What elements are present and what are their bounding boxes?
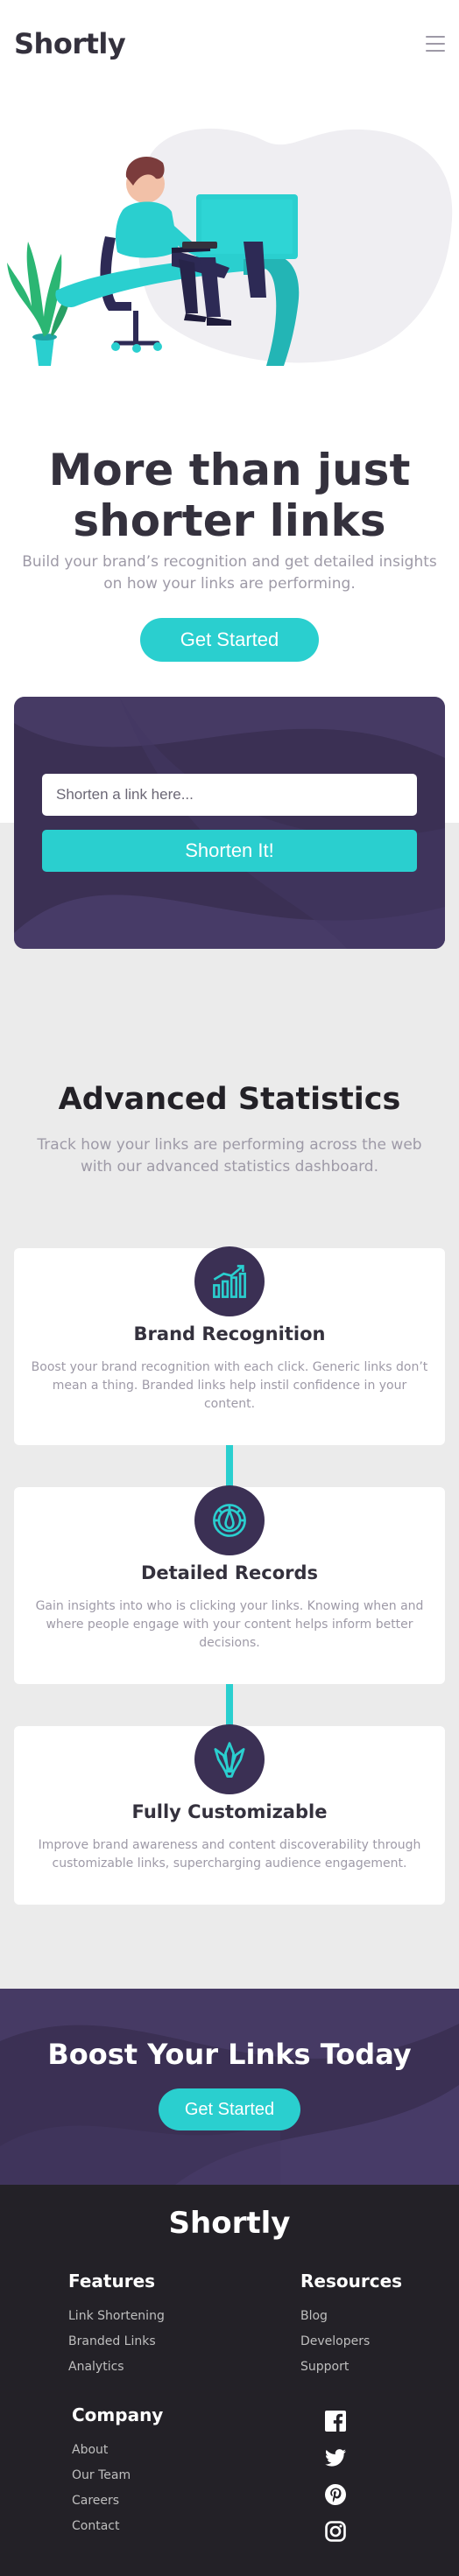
feature-description: Improve brand awareness and content disc…: [38, 1838, 421, 1871]
brushes-icon: [194, 1724, 265, 1794]
footer-link-careers[interactable]: Careers: [72, 2494, 264, 2509]
facebook-icon[interactable]: [324, 2410, 347, 2432]
footer-link-developers[interactable]: Developers: [300, 2334, 459, 2349]
shorten-bg-pattern: [14, 697, 445, 949]
footer-link-our-team[interactable]: Our Team: [72, 2468, 264, 2483]
hamburger-menu-icon[interactable]: [426, 36, 445, 52]
hero-section: More than just shorter links Build your …: [0, 88, 459, 662]
feature-title: Fully Customizable: [131, 1801, 328, 1822]
feature-title: Detailed Records: [140, 1562, 319, 1583]
person-working-at-desk-illustration: [0, 88, 459, 385]
footer-features-heading: Features: [68, 2271, 156, 2292]
feature-list: Brand Recognition Boost your brand recog…: [14, 1246, 445, 1905]
footer-link-support[interactable]: Support: [300, 2360, 459, 2375]
bar-chart-icon: [194, 1246, 265, 1316]
footer-links-grid: Features Link Shortening Branded Links A…: [0, 2271, 459, 2557]
statistics-subtitle: Track how your links are performing acro…: [37, 1136, 422, 1176]
instagram-icon[interactable]: [324, 2520, 347, 2543]
feature-description: Boost your brand recognition with each c…: [31, 1360, 428, 1411]
feature-card-detailed-records: Detailed Records Gain insights into who …: [14, 1485, 445, 1684]
shorten-it-button[interactable]: Shorten It!: [42, 830, 417, 872]
statistics-title: Advanced Statistics: [58, 1082, 401, 1117]
hero-subtitle: Build your brand’s recognition and get d…: [22, 553, 437, 593]
boost-section: Boost Your Links Today Get Started: [0, 1989, 459, 2185]
site-logo[interactable]: Shortly: [14, 27, 126, 60]
footer-company-column: Company About Our Team Careers Contact: [68, 2404, 264, 2557]
shorten-url-input[interactable]: [42, 774, 417, 816]
hero-cta-wrapper: Get Started: [0, 618, 459, 662]
pinterest-icon[interactable]: [324, 2483, 347, 2506]
boost-get-started-button[interactable]: Get Started: [158, 2088, 301, 2130]
shorten-section: Shorten It!: [0, 697, 459, 949]
shorten-card: Shorten It!: [14, 697, 445, 949]
site-footer: Shortly Features Link Shortening Branded…: [0, 2185, 459, 2576]
get-started-button[interactable]: Get Started: [139, 618, 320, 662]
feature-card-fully-customizable: Fully Customizable Improve brand awarene…: [14, 1724, 445, 1905]
footer-link-contact[interactable]: Contact: [72, 2519, 264, 2534]
twitter-icon[interactable]: [324, 2446, 347, 2469]
statistics-section: Advanced Statistics Track how your links…: [0, 823, 459, 1989]
feature-connector: [226, 1445, 233, 1487]
footer-logo[interactable]: Shortly: [0, 2206, 459, 2241]
footer-features-column: Features Link Shortening Branded Links A…: [68, 2271, 264, 2385]
social-links: [264, 2404, 459, 2557]
footer-link-blog[interactable]: Blog: [300, 2309, 459, 2324]
hero-title: More than just shorter links: [48, 445, 411, 546]
footer-link-analytics[interactable]: Analytics: [68, 2360, 264, 2375]
feature-card-brand-recognition: Brand Recognition Boost your brand recog…: [14, 1246, 445, 1445]
gauge-icon: [194, 1485, 265, 1555]
feature-title: Brand Recognition: [133, 1323, 326, 1344]
footer-resources-column: Resources Blog Developers Support: [264, 2271, 459, 2385]
boost-title: Boost Your Links Today: [47, 2038, 412, 2071]
feature-description: Gain insights into who is clicking your …: [35, 1599, 424, 1650]
footer-resources-heading: Resources: [300, 2271, 403, 2292]
hero-text: More than just shorter links Build your …: [0, 445, 459, 595]
footer-link-about[interactable]: About: [72, 2443, 264, 2458]
feature-connector: [226, 1684, 233, 1726]
footer-company-heading: Company: [72, 2404, 164, 2425]
boost-cta-wrapper: Get Started: [0, 2088, 459, 2130]
footer-link-link-shortening[interactable]: Link Shortening: [68, 2309, 264, 2324]
footer-link-branded-links[interactable]: Branded Links: [68, 2334, 264, 2349]
site-header: Shortly: [0, 0, 459, 88]
